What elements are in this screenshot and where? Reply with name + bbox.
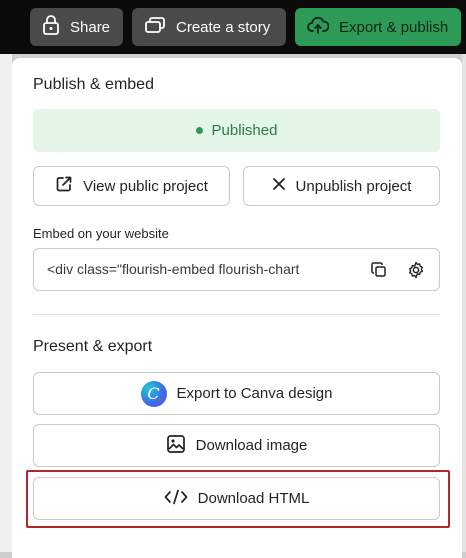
external-link-icon (55, 175, 73, 197)
export-publish-button[interactable]: Export & publish (295, 8, 461, 46)
gear-icon[interactable] (404, 258, 428, 282)
cloud-upload-icon (307, 16, 330, 38)
share-label: Share (70, 18, 111, 36)
scrollbar-track[interactable] (462, 54, 466, 552)
download-image-button[interactable]: Download image (33, 424, 440, 467)
view-public-project-button[interactable]: View public project (33, 166, 230, 206)
status-dot-icon (195, 127, 203, 134)
published-status-banner: Published (33, 109, 440, 152)
published-status-text: Published (211, 122, 278, 139)
image-icon (166, 434, 186, 458)
create-story-button[interactable]: Create a story (132, 8, 286, 46)
export-publish-label: Export & publish (339, 18, 449, 36)
canva-logo-icon: C (140, 380, 167, 407)
highlight-box (26, 470, 450, 528)
embed-code-text[interactable]: <div class="flourish-embed flourish-char… (47, 261, 349, 277)
section-divider (33, 314, 440, 315)
export-canva-button[interactable]: C Export to Canva design (33, 372, 440, 415)
story-slides-icon (144, 16, 166, 38)
embed-code-field[interactable]: <div class="flourish-embed flourish-char… (33, 248, 440, 291)
unpublish-project-label: Unpublish project (295, 177, 412, 195)
export-canva-label: Export to Canva design (176, 385, 333, 402)
create-story-label: Create a story (176, 18, 271, 36)
publish-embed-heading: Publish & embed (33, 76, 154, 93)
lock-share-icon (42, 15, 60, 39)
view-public-project-label: View public project (83, 177, 208, 195)
embed-heading: Embed on your website (33, 226, 169, 241)
present-export-heading: Present & export (33, 338, 153, 355)
copy-icon[interactable] (367, 258, 391, 282)
close-icon (272, 177, 286, 195)
share-button[interactable]: Share (30, 8, 123, 46)
top-toolbar: Share Create a story Export & publish (0, 0, 466, 54)
unpublish-project-button[interactable]: Unpublish project (243, 166, 440, 206)
background-left (0, 54, 12, 552)
download-image-label: Download image (195, 437, 308, 454)
